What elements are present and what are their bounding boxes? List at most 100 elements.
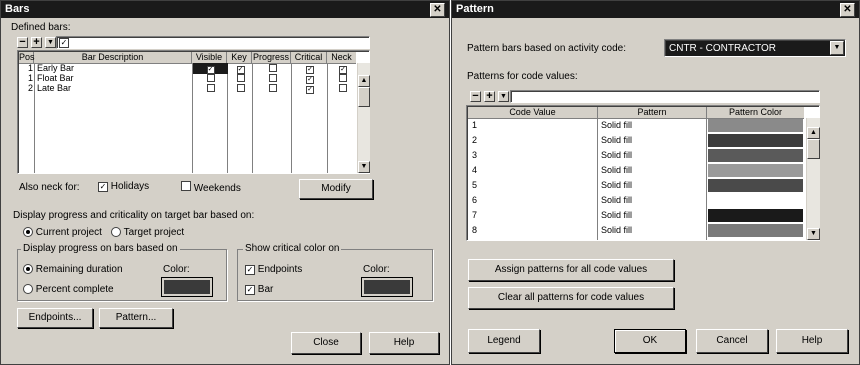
- pattern-value[interactable]: Solid fill: [601, 133, 632, 148]
- scroll-up-arrow-icon[interactable]: ▲: [358, 75, 370, 87]
- bars-help-button[interactable]: Help: [369, 332, 439, 354]
- pattern-row[interactable]: 5 Solid fill: [468, 178, 806, 193]
- pattern-color-swatch[interactable]: [708, 209, 803, 222]
- progress-checkbox[interactable]: [268, 84, 277, 92]
- bar-row[interactable]: 1 Float Bar ✓: [19, 73, 356, 84]
- target-project-option[interactable]: Target project: [111, 227, 184, 238]
- col-pos[interactable]: Pos: [19, 52, 35, 63]
- weekends-option[interactable]: Weekends: [181, 181, 241, 194]
- patterns-grid-scrollbar[interactable]: ▲ ▼: [806, 118, 820, 240]
- visible-checkbox[interactable]: [206, 84, 215, 92]
- remove-pattern-icon[interactable]: −: [470, 91, 481, 102]
- pattern-value[interactable]: Solid fill: [601, 118, 632, 133]
- add-bar-icon[interactable]: +: [31, 37, 42, 48]
- code-value[interactable]: 1: [472, 118, 477, 133]
- col-pattern[interactable]: Pattern: [598, 107, 707, 118]
- endpoints-checkbox[interactable]: ✓: [245, 265, 255, 275]
- legend-button[interactable]: Legend: [468, 329, 540, 353]
- pattern-value[interactable]: Solid fill: [601, 148, 632, 163]
- activity-code-select[interactable]: CNTR - CONTRACTOR ▼: [664, 39, 846, 57]
- bar-description[interactable]: Early Bar: [37, 63, 74, 73]
- code-value[interactable]: 5: [472, 178, 477, 193]
- progress-checkbox[interactable]: [268, 64, 277, 72]
- bars-grid-scrollbar[interactable]: ▲ ▼: [357, 63, 370, 173]
- key-checkbox[interactable]: [236, 74, 245, 82]
- modify-button[interactable]: Modify: [299, 179, 373, 199]
- code-value[interactable]: 3: [472, 148, 477, 163]
- bar-row[interactable]: 1 Early Bar ✓ ✓ ✓ ✓: [19, 63, 356, 74]
- pattern-color-swatch[interactable]: [708, 134, 803, 147]
- code-value[interactable]: 6: [472, 193, 477, 208]
- pattern-row[interactable]: 7 Solid fill: [468, 208, 806, 223]
- percent-complete-radio[interactable]: [23, 284, 33, 295]
- pattern-button[interactable]: Pattern...: [99, 308, 173, 328]
- pattern-value[interactable]: Solid fill: [601, 208, 632, 223]
- bar-description[interactable]: Float Bar: [37, 73, 74, 83]
- scroll-down-arrow-icon[interactable]: ▼: [358, 161, 370, 173]
- col-neck[interactable]: Neck: [327, 52, 356, 63]
- assign-patterns-button[interactable]: Assign patterns for all code values: [468, 259, 674, 281]
- pattern-value[interactable]: Solid fill: [601, 163, 632, 178]
- col-progress[interactable]: Progress: [252, 52, 291, 63]
- visible-checkbox[interactable]: [206, 74, 215, 82]
- pattern-scroll-thumb[interactable]: [807, 139, 820, 159]
- clear-patterns-button[interactable]: Clear all patterns for code values: [468, 287, 674, 309]
- col-pattern-color[interactable]: Pattern Color: [707, 107, 804, 118]
- bars-close-icon[interactable]: ✕: [430, 3, 445, 17]
- code-value[interactable]: 2: [472, 133, 477, 148]
- holidays-checkbox[interactable]: ✓: [98, 182, 108, 192]
- add-pattern-icon[interactable]: +: [484, 91, 495, 102]
- bar-edit-field[interactable]: ✓: [56, 36, 370, 49]
- pattern-color-swatch[interactable]: [708, 194, 803, 207]
- pattern-row[interactable]: 4 Solid fill: [468, 163, 806, 178]
- progress-checkbox[interactable]: [268, 74, 277, 82]
- current-project-radio[interactable]: [23, 227, 33, 238]
- pattern-row[interactable]: 3 Solid fill: [468, 148, 806, 163]
- col-critical[interactable]: Critical: [291, 52, 327, 63]
- col-visible[interactable]: Visible: [192, 52, 227, 63]
- pattern-scroll-down-arrow-icon[interactable]: ▼: [807, 228, 820, 240]
- pattern-row[interactable]: 8 Solid fill: [468, 223, 806, 238]
- neck-checkbox[interactable]: [339, 84, 347, 92]
- remaining-duration-option[interactable]: Remaining duration: [23, 264, 123, 275]
- pattern-dropdown-icon[interactable]: ▼: [498, 91, 509, 102]
- weekends-checkbox[interactable]: [181, 181, 191, 191]
- endpoints-option[interactable]: ✓ Endpoints: [245, 264, 302, 275]
- holidays-option[interactable]: ✓ Holidays: [98, 181, 149, 192]
- percent-complete-option[interactable]: Percent complete: [23, 284, 114, 295]
- bar-row[interactable]: 2 Late Bar ✓: [19, 83, 356, 94]
- bar-option[interactable]: ✓ Bar: [245, 284, 273, 295]
- neck-checkbox[interactable]: [339, 74, 347, 82]
- col-key[interactable]: Key: [227, 52, 252, 63]
- code-value[interactable]: 7: [472, 208, 477, 223]
- current-project-option[interactable]: Current project: [23, 227, 102, 238]
- dropdown-arrow-icon[interactable]: ▼: [830, 41, 844, 55]
- pattern-close-icon[interactable]: ✕: [840, 3, 855, 17]
- pattern-row[interactable]: 6 Solid fill: [468, 193, 806, 208]
- endpoints-button[interactable]: Endpoints...: [17, 308, 93, 328]
- code-value[interactable]: 8: [472, 223, 477, 238]
- pattern-value[interactable]: Solid fill: [601, 178, 632, 193]
- pattern-edit-field[interactable]: [510, 90, 820, 103]
- pattern-value[interactable]: Solid fill: [601, 193, 632, 208]
- remove-bar-icon[interactable]: −: [17, 37, 28, 48]
- pattern-scroll-up-arrow-icon[interactable]: ▲: [807, 127, 820, 139]
- progress-color-swatch[interactable]: [161, 277, 213, 297]
- pattern-color-swatch[interactable]: [708, 164, 803, 177]
- pattern-help-button[interactable]: Help: [776, 329, 848, 353]
- close-button[interactable]: Close: [291, 332, 361, 354]
- bar-dropdown-icon[interactable]: ▼: [45, 37, 56, 48]
- cancel-button[interactable]: Cancel: [696, 329, 768, 353]
- pattern-color-swatch[interactable]: [708, 179, 803, 192]
- pattern-color-swatch[interactable]: [708, 149, 803, 162]
- scroll-thumb[interactable]: [358, 87, 370, 107]
- col-bar-description[interactable]: Bar Description: [34, 52, 192, 63]
- pattern-row[interactable]: 1 Solid fill: [468, 118, 806, 133]
- target-project-radio[interactable]: [111, 227, 121, 238]
- pattern-color-swatch[interactable]: [708, 224, 803, 237]
- pattern-row[interactable]: 2 Solid fill: [468, 133, 806, 148]
- bar-edit-checkbox[interactable]: ✓: [59, 38, 69, 48]
- key-checkbox[interactable]: [236, 84, 245, 92]
- bar-description[interactable]: Late Bar: [37, 83, 71, 93]
- pattern-color-swatch[interactable]: [708, 119, 803, 132]
